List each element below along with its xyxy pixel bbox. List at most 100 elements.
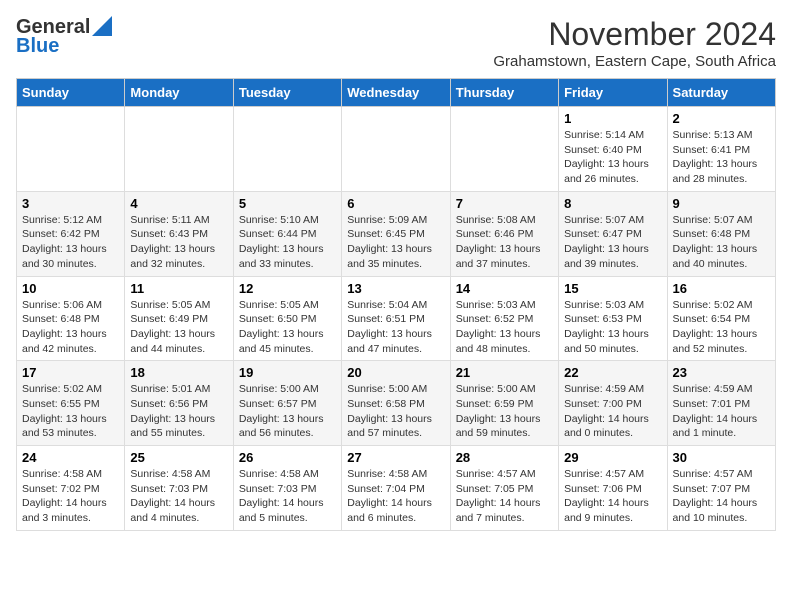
day-info: Sunrise: 4:57 AM Sunset: 7:07 PM Dayligh… [673, 467, 770, 526]
header-thursday: Thursday [450, 79, 558, 107]
day-info: Sunrise: 4:57 AM Sunset: 7:05 PM Dayligh… [456, 467, 553, 526]
day-info: Sunrise: 5:00 AM Sunset: 6:58 PM Dayligh… [347, 382, 444, 441]
calendar-row-0: 1 Sunrise: 5:14 AM Sunset: 6:40 PM Daylig… [17, 107, 776, 192]
calendar-cell-4-3: 27 Sunrise: 4:58 AM Sunset: 7:04 PM Dayli… [342, 446, 450, 531]
calendar-cell-2-5: 15 Sunrise: 5:03 AM Sunset: 6:53 PM Dayli… [559, 276, 667, 361]
day-info: Sunrise: 5:03 AM Sunset: 6:53 PM Dayligh… [564, 298, 661, 357]
title-area: November 2024 Grahamstown, Eastern Cape,… [493, 16, 776, 70]
calendar-row-3: 17 Sunrise: 5:02 AM Sunset: 6:55 PM Dayli… [17, 361, 776, 446]
day-info: Sunrise: 5:02 AM Sunset: 6:55 PM Dayligh… [22, 382, 119, 441]
day-number: 7 [456, 196, 553, 211]
calendar-cell-0-1 [125, 107, 233, 192]
calendar-cell-2-2: 12 Sunrise: 5:05 AM Sunset: 6:50 PM Dayli… [233, 276, 341, 361]
calendar-cell-2-4: 14 Sunrise: 5:03 AM Sunset: 6:52 PM Dayli… [450, 276, 558, 361]
day-number: 10 [22, 281, 119, 296]
calendar-cell-3-4: 21 Sunrise: 5:00 AM Sunset: 6:59 PM Dayli… [450, 361, 558, 446]
calendar-cell-0-3 [342, 107, 450, 192]
day-info: Sunrise: 5:13 AM Sunset: 6:41 PM Dayligh… [673, 128, 770, 187]
header-saturday: Saturday [667, 79, 775, 107]
day-number: 2 [673, 111, 770, 126]
calendar-cell-4-5: 29 Sunrise: 4:57 AM Sunset: 7:06 PM Dayli… [559, 446, 667, 531]
calendar-cell-2-1: 11 Sunrise: 5:05 AM Sunset: 6:49 PM Dayli… [125, 276, 233, 361]
day-number: 15 [564, 281, 661, 296]
day-info: Sunrise: 4:57 AM Sunset: 7:06 PM Dayligh… [564, 467, 661, 526]
day-info: Sunrise: 4:58 AM Sunset: 7:02 PM Dayligh… [22, 467, 119, 526]
day-number: 26 [239, 450, 336, 465]
calendar-cell-4-2: 26 Sunrise: 4:58 AM Sunset: 7:03 PM Dayli… [233, 446, 341, 531]
day-info: Sunrise: 5:07 AM Sunset: 6:48 PM Dayligh… [673, 213, 770, 272]
day-info: Sunrise: 4:58 AM Sunset: 7:03 PM Dayligh… [239, 467, 336, 526]
header-sunday: Sunday [17, 79, 125, 107]
day-info: Sunrise: 4:58 AM Sunset: 7:03 PM Dayligh… [130, 467, 227, 526]
day-number: 3 [22, 196, 119, 211]
day-info: Sunrise: 5:12 AM Sunset: 6:42 PM Dayligh… [22, 213, 119, 272]
calendar-cell-2-3: 13Sunrise: 5:04 AM Sunset: 6:51 PM Dayli… [342, 276, 450, 361]
day-number: 27 [347, 450, 444, 465]
day-info: Sunrise: 4:58 AM Sunset: 7:04 PM Dayligh… [347, 467, 444, 526]
day-info: Sunrise: 4:59 AM Sunset: 7:01 PM Dayligh… [673, 382, 770, 441]
day-info: Sunrise: 5:05 AM Sunset: 6:50 PM Dayligh… [239, 298, 336, 357]
calendar-cell-4-0: 24Sunrise: 4:58 AM Sunset: 7:02 PM Dayli… [17, 446, 125, 531]
page-header: General Blue November 2024 Grahamstown, … [16, 16, 776, 70]
header-tuesday: Tuesday [233, 79, 341, 107]
day-number: 17 [22, 365, 119, 380]
calendar-cell-4-1: 25 Sunrise: 4:58 AM Sunset: 7:03 PM Dayli… [125, 446, 233, 531]
day-info: Sunrise: 5:08 AM Sunset: 6:46 PM Dayligh… [456, 213, 553, 272]
day-number: 20 [347, 365, 444, 380]
day-number: 25 [130, 450, 227, 465]
calendar-cell-4-4: 28 Sunrise: 4:57 AM Sunset: 7:05 PM Dayli… [450, 446, 558, 531]
day-number: 11 [130, 281, 227, 296]
day-info: Sunrise: 5:03 AM Sunset: 6:52 PM Dayligh… [456, 298, 553, 357]
day-info: Sunrise: 5:09 AM Sunset: 6:45 PM Dayligh… [347, 213, 444, 272]
header-wednesday: Wednesday [342, 79, 450, 107]
day-number: 14 [456, 281, 553, 296]
calendar-cell-1-0: 3 Sunrise: 5:12 AM Sunset: 6:42 PM Daylig… [17, 191, 125, 276]
calendar-cell-3-1: 18Sunrise: 5:01 AM Sunset: 6:56 PM Dayli… [125, 361, 233, 446]
day-number: 6 [347, 196, 444, 211]
day-number: 1 [564, 111, 661, 126]
calendar-cell-1-4: 7 Sunrise: 5:08 AM Sunset: 6:46 PM Daylig… [450, 191, 558, 276]
day-info: Sunrise: 5:07 AM Sunset: 6:47 PM Dayligh… [564, 213, 661, 272]
calendar-cell-2-0: 10 Sunrise: 5:06 AM Sunset: 6:48 PM Dayli… [17, 276, 125, 361]
day-number: 9 [673, 196, 770, 211]
day-info: Sunrise: 5:14 AM Sunset: 6:40 PM Dayligh… [564, 128, 661, 187]
calendar-cell-1-2: 5Sunrise: 5:10 AM Sunset: 6:44 PM Daylig… [233, 191, 341, 276]
calendar-cell-1-6: 9 Sunrise: 5:07 AM Sunset: 6:48 PM Daylig… [667, 191, 775, 276]
logo-triangle-icon [92, 16, 112, 36]
day-number: 5 [239, 196, 336, 211]
calendar-row-2: 10 Sunrise: 5:06 AM Sunset: 6:48 PM Dayli… [17, 276, 776, 361]
header-friday: Friday [559, 79, 667, 107]
calendar-row-1: 3 Sunrise: 5:12 AM Sunset: 6:42 PM Daylig… [17, 191, 776, 276]
day-number: 18 [130, 365, 227, 380]
calendar-cell-0-4 [450, 107, 558, 192]
day-number: 21 [456, 365, 553, 380]
day-number: 23 [673, 365, 770, 380]
day-info: Sunrise: 5:05 AM Sunset: 6:49 PM Dayligh… [130, 298, 227, 357]
day-info: Sunrise: 4:59 AM Sunset: 7:00 PM Dayligh… [564, 382, 661, 441]
calendar-cell-1-1: 4 Sunrise: 5:11 AM Sunset: 6:43 PM Daylig… [125, 191, 233, 276]
day-number: 28 [456, 450, 553, 465]
logo: General Blue [16, 16, 112, 58]
calendar-cell-3-5: 22Sunrise: 4:59 AM Sunset: 7:00 PM Dayli… [559, 361, 667, 446]
day-info: Sunrise: 5:02 AM Sunset: 6:54 PM Dayligh… [673, 298, 770, 357]
calendar-cell-1-3: 6 Sunrise: 5:09 AM Sunset: 6:45 PM Daylig… [342, 191, 450, 276]
month-title: November 2024 [493, 16, 776, 53]
day-info: Sunrise: 5:11 AM Sunset: 6:43 PM Dayligh… [130, 213, 227, 272]
logo-blue: Blue [16, 35, 59, 58]
calendar-cell-0-6: 2 Sunrise: 5:13 AM Sunset: 6:41 PM Daylig… [667, 107, 775, 192]
location: Grahamstown, Eastern Cape, South Africa [493, 53, 776, 70]
day-info: Sunrise: 5:06 AM Sunset: 6:48 PM Dayligh… [22, 298, 119, 357]
day-number: 30 [673, 450, 770, 465]
day-number: 29 [564, 450, 661, 465]
day-number: 12 [239, 281, 336, 296]
day-info: Sunrise: 5:00 AM Sunset: 6:59 PM Dayligh… [456, 382, 553, 441]
day-number: 16 [673, 281, 770, 296]
calendar-row-4: 24Sunrise: 4:58 AM Sunset: 7:02 PM Dayli… [17, 446, 776, 531]
calendar-cell-3-6: 23 Sunrise: 4:59 AM Sunset: 7:01 PM Dayli… [667, 361, 775, 446]
calendar-cell-3-2: 19Sunrise: 5:00 AM Sunset: 6:57 PM Dayli… [233, 361, 341, 446]
calendar-cell-1-5: 8Sunrise: 5:07 AM Sunset: 6:47 PM Daylig… [559, 191, 667, 276]
calendar-cell-0-2 [233, 107, 341, 192]
calendar-cell-2-6: 16 Sunrise: 5:02 AM Sunset: 6:54 PM Dayli… [667, 276, 775, 361]
day-number: 4 [130, 196, 227, 211]
calendar-cell-3-3: 20 Sunrise: 5:00 AM Sunset: 6:58 PM Dayli… [342, 361, 450, 446]
